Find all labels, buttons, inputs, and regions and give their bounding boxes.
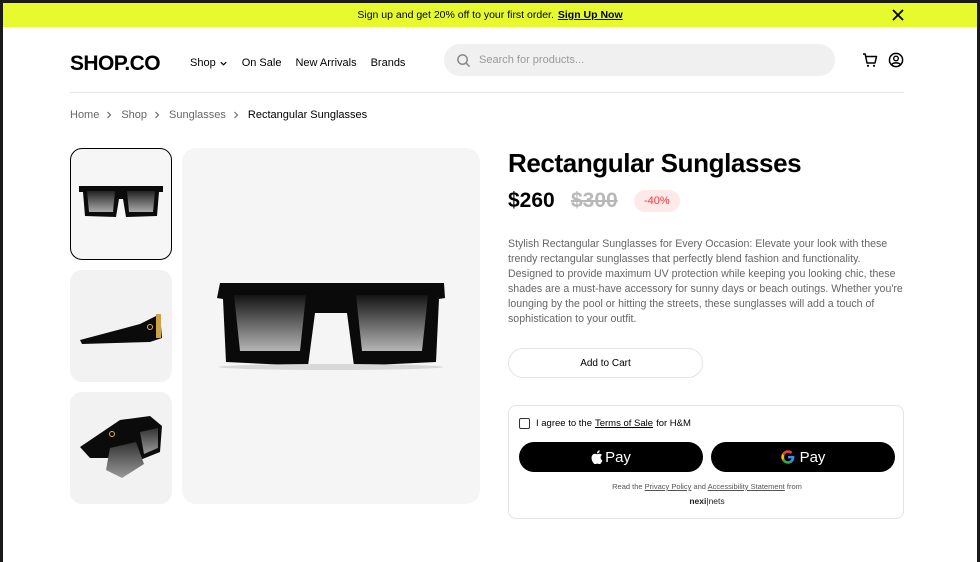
brand-right: nets	[708, 496, 725, 506]
thumbnail-front[interactable]	[70, 148, 172, 260]
breadcrumb-sunglasses[interactable]: Sunglasses	[169, 109, 226, 121]
search-icon	[457, 53, 471, 67]
nav-item-brands[interactable]: Brands	[371, 57, 406, 69]
product-description: Stylish Rectangular Sunglasses for Every…	[508, 238, 903, 325]
apple-pay-button[interactable]: Pay	[519, 442, 703, 472]
nav-item-new-arrivals[interactable]: New Arrivals	[295, 57, 356, 69]
agree-suffix: for H&M	[656, 418, 691, 429]
search-input[interactable]	[479, 54, 809, 66]
thumbnail-side[interactable]	[70, 270, 172, 382]
cart-icon[interactable]	[862, 52, 878, 68]
search-bar[interactable]	[444, 44, 835, 76]
breadcrumb: Home Shop Sunglasses Rectangular Sunglas…	[70, 109, 367, 121]
nav-item-on-sale[interactable]: On Sale	[242, 57, 282, 69]
close-icon[interactable]	[891, 8, 905, 22]
legal-prefix: Read the	[612, 482, 643, 491]
sunglasses-front-image	[79, 186, 163, 217]
legal-notice: Read the Privacy Policy and Accessibilit…	[509, 482, 905, 491]
google-pay-button[interactable]: Pay	[711, 442, 895, 472]
sunglasses-angle-image	[80, 416, 162, 478]
chevron-down-icon	[220, 61, 227, 66]
apple-icon	[591, 450, 603, 464]
product-main-image[interactable]	[182, 148, 480, 504]
express-checkout-panel: I agree to the Terms of Sale for H&M Pay…	[508, 405, 904, 519]
breadcrumb-shop[interactable]: Shop	[121, 109, 147, 121]
terms-of-sale-link[interactable]: Terms of Sale	[595, 418, 653, 429]
product-old-price: $300	[571, 189, 618, 212]
terms-checkbox[interactable]	[519, 418, 530, 429]
privacy-policy-link[interactable]: Privacy Policy	[645, 482, 692, 491]
apple-pay-label: Pay	[605, 448, 631, 466]
product-price: $260	[508, 189, 555, 212]
google-pay-label: Pay	[799, 448, 826, 466]
agree-prefix: I agree to the	[536, 418, 592, 429]
chevron-right-icon	[234, 111, 239, 119]
legal-and: and	[693, 482, 706, 491]
promo-banner: Sign up and get 20% off to your first or…	[3, 3, 977, 27]
sunglasses-side-image	[80, 314, 162, 344]
promo-text: Sign up and get 20% off to your first or…	[357, 9, 554, 21]
add-to-cart-button[interactable]: Add to Cart	[508, 348, 703, 378]
account-icon[interactable]	[888, 52, 904, 68]
nav-menu: Shop On Sale New Arrivals Brands	[190, 57, 419, 69]
discount-badge: -40%	[634, 190, 680, 212]
page: Sign up and get 20% off to your first or…	[3, 3, 977, 562]
chevron-right-icon	[107, 111, 112, 119]
main-nav: SHOP.CO Shop On Sale New Arrivals Brands	[70, 41, 904, 93]
breadcrumb-home[interactable]: Home	[70, 109, 99, 121]
provider-logo: nexi|nets	[689, 496, 725, 506]
sunglasses-main-image	[217, 283, 445, 370]
accessibility-statement-link[interactable]: Accessibility Statement	[708, 482, 785, 491]
terms-agreement: I agree to the Terms of Sale for H&M	[519, 418, 691, 429]
legal-suffix: from	[786, 482, 802, 491]
chevron-right-icon	[155, 111, 160, 119]
brand-left: nexi	[689, 496, 707, 506]
google-icon	[780, 450, 794, 464]
nav-item-shop[interactable]: Shop	[190, 57, 228, 69]
promo-signup-link[interactable]: Sign Up Now	[558, 9, 623, 21]
product-title: Rectangular Sunglasses	[508, 148, 802, 178]
thumbnail-angle[interactable]	[70, 392, 172, 504]
breadcrumb-current: Rectangular Sunglasses	[247, 109, 368, 121]
logo[interactable]: SHOP.CO	[70, 52, 161, 76]
